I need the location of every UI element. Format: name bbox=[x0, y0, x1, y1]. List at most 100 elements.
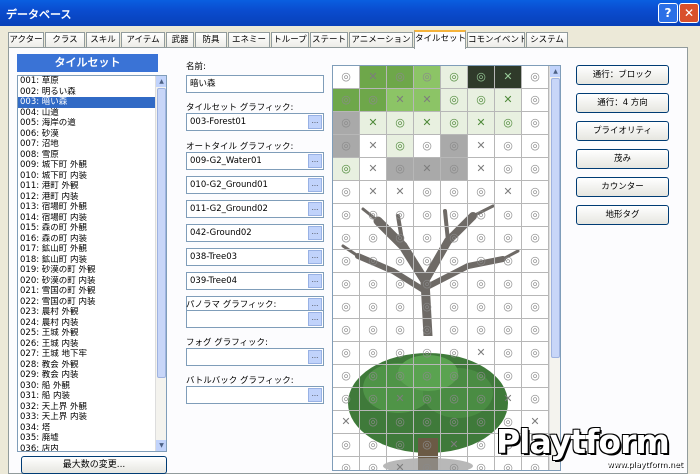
tile-cell[interactable]: ◎ bbox=[414, 66, 441, 89]
tile-cell[interactable]: ✕ bbox=[468, 342, 495, 365]
list-item[interactable]: 024: 農村 内装 bbox=[18, 318, 156, 329]
list-scrollbar[interactable]: ▲ ▼ bbox=[155, 76, 166, 451]
list-item[interactable]: 011: 港町 外観 bbox=[18, 181, 156, 192]
tile-cell[interactable]: ◎ bbox=[468, 411, 495, 434]
tile-cell[interactable]: ◎ bbox=[522, 388, 549, 411]
browse-icon[interactable]: ... bbox=[308, 202, 322, 216]
fog-field[interactable]: ... bbox=[186, 348, 324, 366]
side-button-6[interactable]: 地形タグ bbox=[576, 205, 669, 225]
tileset-canvas[interactable]: ◎ ✕ ◎ ◎ ◎ ◎ ✕ ◎ ◎ ◎ ✕ ✕ ◎ ◎ ✕ ◎ ◎ ✕ ◎ ✕ ◎ ✕ ◎ ◎ ◎ ✕ ◎ ◎ ◎ ✕ ◎ ◎ ◎ ✕ ◎ ✕ ◎ ✕ ◎ ◎… bbox=[332, 65, 561, 471]
scroll-up-icon[interactable]: ▲ bbox=[550, 66, 560, 77]
tile-cell[interactable]: ◎ bbox=[522, 204, 549, 227]
tile-cell[interactable]: ◎ bbox=[333, 250, 360, 273]
change-max-button[interactable]: 最大数の変更... bbox=[21, 456, 167, 474]
tile-cell[interactable]: ◎ bbox=[414, 135, 441, 158]
tile-cell[interactable]: ◎ bbox=[333, 342, 360, 365]
tile-cell[interactable]: ◎ bbox=[441, 411, 468, 434]
tile-cell[interactable]: ◎ bbox=[441, 319, 468, 342]
tile-cell[interactable]: ◎ bbox=[360, 411, 387, 434]
side-button-5[interactable]: カウンター bbox=[576, 177, 669, 197]
tile-cell[interactable]: ◎ bbox=[441, 66, 468, 89]
tile-cell[interactable]: ◎ bbox=[495, 204, 522, 227]
tile-cell[interactable]: ◎ bbox=[468, 388, 495, 411]
tile-cell[interactable]: ◎ bbox=[522, 227, 549, 250]
panorama-field[interactable]: ... bbox=[186, 310, 324, 328]
scroll-thumb[interactable] bbox=[157, 88, 166, 378]
tile-cell[interactable]: ✕ bbox=[360, 181, 387, 204]
browse-icon[interactable]: ... bbox=[308, 154, 322, 168]
tile-cell[interactable]: ◎ bbox=[468, 181, 495, 204]
tile-cell[interactable]: ◎ bbox=[441, 227, 468, 250]
tile-cell[interactable]: ◎ bbox=[441, 250, 468, 273]
tab-8[interactable]: ステート bbox=[310, 32, 348, 48]
tile-cell[interactable]: ✕ bbox=[360, 158, 387, 181]
tile-cell[interactable]: ◎ bbox=[360, 273, 387, 296]
tile-cell[interactable]: ◎ bbox=[414, 204, 441, 227]
tab-2[interactable]: スキル bbox=[86, 32, 120, 48]
tile-cell[interactable]: ◎ bbox=[468, 204, 495, 227]
tile-cell[interactable]: ◎ bbox=[441, 273, 468, 296]
tile-cell[interactable]: ◎ bbox=[333, 89, 360, 112]
scroll-down-icon[interactable]: ▼ bbox=[156, 440, 166, 451]
tile-cell[interactable]: ◎ bbox=[387, 112, 414, 135]
tile-cell[interactable]: ◎ bbox=[441, 342, 468, 365]
tile-cell[interactable]: ◎ bbox=[414, 273, 441, 296]
tile-cell[interactable]: ✕ bbox=[468, 158, 495, 181]
tile-cell[interactable]: ◎ bbox=[495, 250, 522, 273]
tile-cell[interactable]: ◎ bbox=[414, 388, 441, 411]
tile-cell[interactable]: ◎ bbox=[333, 227, 360, 250]
tile-cell[interactable]: ◎ bbox=[495, 365, 522, 388]
tile-cell[interactable]: ◎ bbox=[414, 411, 441, 434]
tile-cell[interactable]: ◎ bbox=[441, 365, 468, 388]
browse-icon[interactable]: ... bbox=[308, 388, 322, 402]
close-button[interactable]: ✕ bbox=[679, 3, 699, 23]
list-item[interactable]: 029: 教会 内装 bbox=[18, 370, 156, 381]
tileset-list[interactable]: 001: 草原 002: 明るい森 003: 暗い森 004: 山道 005: 海岸の道… bbox=[17, 75, 167, 452]
tile-cell[interactable]: ◎ bbox=[468, 296, 495, 319]
tile-cell[interactable]: ✕ bbox=[495, 66, 522, 89]
tile-cell[interactable]: ◎ bbox=[360, 250, 387, 273]
tile-cell[interactable]: ✕ bbox=[468, 112, 495, 135]
tile-cell[interactable]: ◎ bbox=[522, 296, 549, 319]
tile-cell[interactable]: ◎ bbox=[333, 296, 360, 319]
tile-cell[interactable]: ◎ bbox=[522, 365, 549, 388]
list-item[interactable]: 004: 山道 bbox=[18, 108, 156, 119]
list-item[interactable]: 005: 海岸の道 bbox=[18, 118, 156, 129]
list-item[interactable]: 020: 砂漠の町 内装 bbox=[18, 276, 156, 287]
tile-cell[interactable]: ◎ bbox=[333, 457, 360, 470]
tile-cell[interactable]: ◎ bbox=[333, 158, 360, 181]
list-item[interactable]: 009: 城下町 外観 bbox=[18, 160, 156, 171]
tile-cell[interactable]: ✕ bbox=[414, 112, 441, 135]
tile-cell[interactable]: ✕ bbox=[387, 457, 414, 470]
tile-cell[interactable]: ◎ bbox=[495, 158, 522, 181]
tile-cell[interactable]: ◎ bbox=[387, 66, 414, 89]
list-item[interactable]: 030: 船 外観 bbox=[18, 381, 156, 392]
autotile-field-1[interactable]: 009-G2_Water01... bbox=[186, 152, 324, 170]
browse-icon[interactable]: ... bbox=[308, 274, 322, 288]
tile-cell[interactable]: ◎ bbox=[387, 273, 414, 296]
tile-cell[interactable]: ◎ bbox=[333, 181, 360, 204]
list-item[interactable]: 032: 天上界 外観 bbox=[18, 402, 156, 413]
tile-cell[interactable]: ◎ bbox=[441, 112, 468, 135]
tile-cell[interactable]: ✕ bbox=[414, 158, 441, 181]
tile-cell[interactable]: ◎ bbox=[522, 273, 549, 296]
tile-cell[interactable]: ✕ bbox=[333, 411, 360, 434]
tab-0[interactable]: アクター bbox=[8, 32, 44, 48]
browse-icon[interactable]: ... bbox=[308, 115, 322, 129]
list-item[interactable]: 012: 港町 内装 bbox=[18, 192, 156, 203]
tile-cell[interactable]: ✕ bbox=[387, 388, 414, 411]
tile-cell[interactable]: ◎ bbox=[495, 135, 522, 158]
browse-icon[interactable]: ... bbox=[308, 312, 322, 326]
tile-cell[interactable]: ✕ bbox=[495, 388, 522, 411]
list-item[interactable]: 002: 明るい森 bbox=[18, 87, 156, 98]
autotile-field-6[interactable]: 039-Tree04... bbox=[186, 272, 324, 290]
tile-cell[interactable]: ◎ bbox=[522, 342, 549, 365]
tile-cell[interactable]: ◎ bbox=[387, 296, 414, 319]
list-item[interactable]: 010: 城下町 内装 bbox=[18, 171, 156, 182]
list-item[interactable]: 014: 宿場町 内装 bbox=[18, 213, 156, 224]
tile-cell[interactable]: ◎ bbox=[414, 342, 441, 365]
tile-cell[interactable]: ◎ bbox=[414, 319, 441, 342]
side-button-1[interactable]: 通行：ブロック bbox=[576, 65, 669, 85]
list-item[interactable]: 018: 鉱山町 内装 bbox=[18, 255, 156, 266]
tile-cell[interactable]: ◎ bbox=[387, 342, 414, 365]
